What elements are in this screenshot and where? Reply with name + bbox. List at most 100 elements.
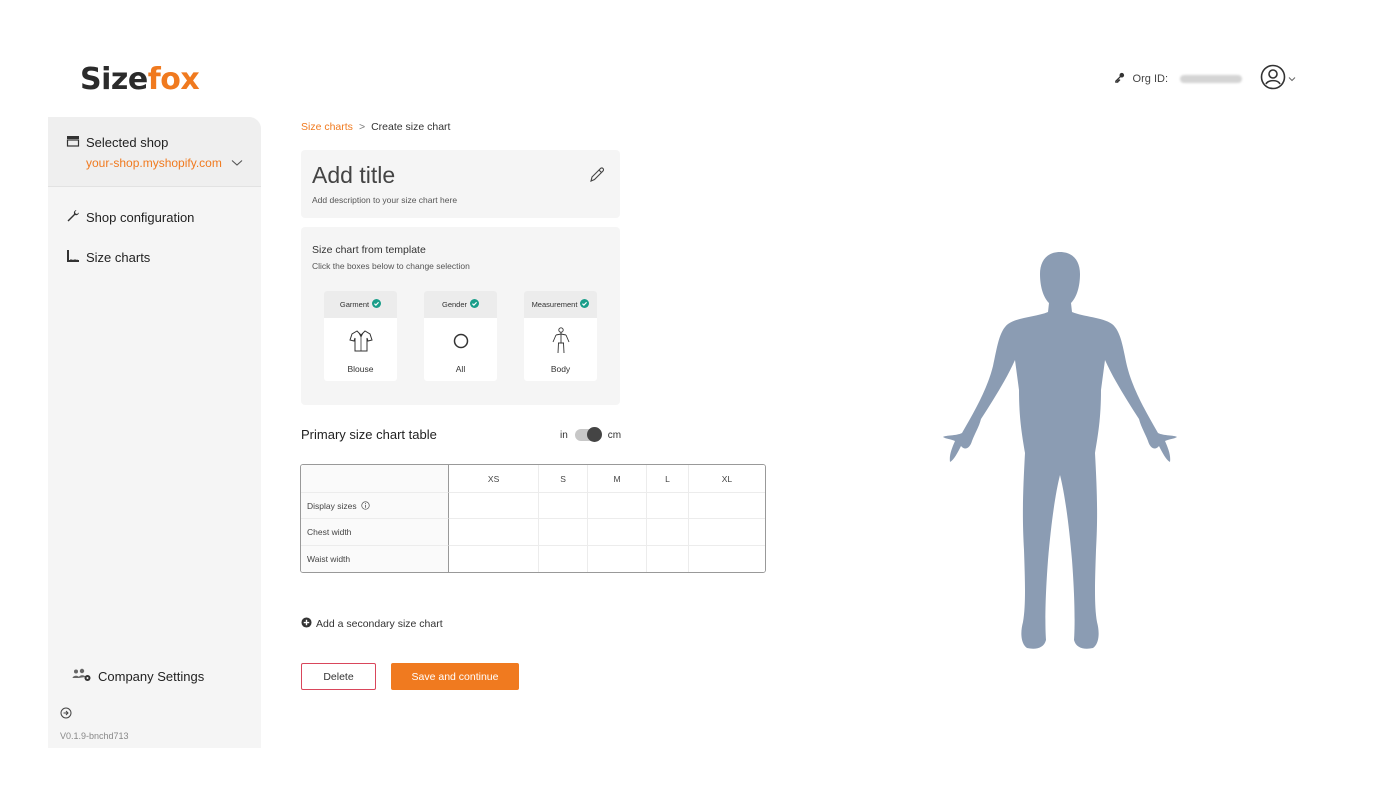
table-row: Chest width (301, 519, 765, 546)
blouse-icon (324, 322, 397, 360)
row-label-chest-width: Chest width (301, 519, 449, 546)
title-card[interactable]: Add title Add description to your size c… (301, 150, 620, 218)
table-cell-input[interactable] (449, 545, 540, 572)
measurement-header: Measurement (524, 291, 597, 318)
table-cell-input[interactable] (587, 545, 648, 572)
sidebar-item-label: Size charts (86, 249, 151, 265)
add-secondary-label: Add a secondary size chart (316, 618, 443, 630)
org-id-value-blurred (1180, 74, 1242, 83)
table-row: Display sizes (301, 493, 765, 520)
garment-header-label: Garment (339, 300, 370, 309)
sidebar-item-shop-configuration[interactable]: Shop configuration (48, 197, 261, 237)
switch-knob (586, 427, 602, 442)
save-and-continue-button[interactable]: Save and continue (391, 663, 519, 690)
breadcrumb-separator: > (358, 121, 366, 133)
check-icon (580, 299, 590, 310)
circle-icon (424, 322, 497, 360)
chart-title[interactable]: Add title (312, 162, 609, 189)
logout-icon[interactable] (60, 706, 72, 724)
column-header: XS (449, 465, 540, 493)
check-icon (470, 299, 480, 310)
wrench-icon (66, 209, 80, 226)
table-cell-input[interactable] (539, 519, 588, 546)
table-cell-input[interactable] (647, 545, 689, 572)
ruler-icon (66, 249, 80, 266)
table-cell-input[interactable] (587, 519, 648, 546)
company-settings-label: Company Settings (98, 669, 205, 684)
measurement-selector[interactable]: Measurement Body (524, 291, 597, 381)
table-cell-input[interactable] (539, 545, 588, 572)
garment-value: Blouse (347, 364, 374, 374)
column-header: M (587, 465, 648, 493)
sidebar: Selected shop your-shop.myshopify.com Sh… (48, 117, 261, 748)
people-settings-icon (72, 668, 92, 685)
column-header: S (539, 465, 588, 493)
table-row: Waist width (301, 545, 765, 572)
template-subtitle: Click the boxes below to change selectio… (312, 261, 470, 271)
garment-selector[interactable]: Garment Blouse (324, 291, 397, 381)
table-cell-input[interactable] (449, 493, 540, 520)
key-icon (1114, 72, 1125, 86)
pencil-icon[interactable] (588, 166, 606, 189)
version-label: V0.1.9-bnchd713 (60, 731, 129, 741)
column-header: XL (688, 465, 765, 493)
add-secondary-size-chart[interactable]: Add a secondary size chart (301, 617, 443, 631)
table-cell-input[interactable] (688, 493, 765, 520)
measurement-header-label: Measurement (531, 300, 578, 309)
table-header-row: XS S M L XL (301, 465, 765, 493)
body-icon (524, 322, 597, 360)
breadcrumb-current: Create size chart (371, 121, 451, 133)
org-id-label: Org ID: (1132, 72, 1168, 85)
store-icon (66, 135, 80, 150)
gender-header: Gender (424, 291, 497, 318)
shop-title-row: Selected shop (66, 135, 243, 150)
gender-value: All (455, 364, 466, 374)
unit-in-label: in (560, 429, 568, 441)
chevron-down-icon (1288, 73, 1296, 85)
column-header: L (647, 465, 689, 493)
unit-switch[interactable] (574, 427, 602, 442)
org-area: Org ID: (1114, 64, 1296, 93)
table-cell-input[interactable] (688, 545, 765, 572)
template-card: Size chart from template Click the boxes… (301, 227, 620, 405)
template-title: Size chart from template (312, 244, 426, 256)
chevron-down-icon[interactable] (231, 154, 243, 172)
gender-header-label: Gender (441, 300, 468, 309)
breadcrumb: Size charts > Create size chart (301, 121, 450, 133)
breadcrumb-size-charts[interactable]: Size charts (301, 121, 353, 133)
shop-title: Selected shop (86, 135, 169, 150)
table-cell-input[interactable] (647, 519, 689, 546)
body-silhouette-icon (943, 252, 1177, 649)
sidebar-item-size-charts[interactable]: Size charts (48, 237, 261, 277)
shop-selector[interactable]: Selected shop your-shop.myshopify.com (48, 117, 261, 187)
row-label-waist-width: Waist width (301, 545, 449, 572)
shop-url: your-shop.myshopify.com (86, 156, 222, 170)
gender-selector[interactable]: Gender All (424, 291, 497, 381)
plus-circle-icon (301, 617, 312, 631)
unit-cm-label: cm (607, 429, 622, 441)
delete-button[interactable]: Delete (301, 663, 376, 690)
shop-url-row: your-shop.myshopify.com (66, 154, 243, 172)
measurement-value: Body (550, 364, 571, 374)
size-chart-table: XS S M L XL Display sizes Chest width Wa… (300, 464, 766, 573)
garment-header: Garment (324, 291, 397, 318)
sizefox-logo[interactable]: Sizefox (80, 62, 200, 97)
check-icon (372, 299, 382, 310)
logo-part-size: Size (80, 62, 148, 97)
row-label-display-sizes: Display sizes (301, 493, 449, 520)
user-avatar-icon (1260, 64, 1286, 93)
table-cell-input[interactable] (688, 519, 765, 546)
sidebar-item-label: Shop configuration (86, 209, 195, 225)
chart-description[interactable]: Add description to your size chart here (312, 195, 609, 205)
row-label: Display sizes (307, 500, 357, 511)
table-cell-input[interactable] (647, 493, 689, 520)
user-menu[interactable] (1260, 64, 1296, 93)
unit-toggle: in cm (560, 427, 622, 442)
sidebar-item-company-settings[interactable]: Company Settings (72, 668, 204, 685)
table-cell-input[interactable] (449, 519, 540, 546)
table-cell-input[interactable] (587, 493, 648, 520)
logo-part-fox: fox (147, 62, 200, 97)
table-corner-cell (301, 465, 449, 493)
info-icon[interactable] (359, 501, 370, 511)
table-cell-input[interactable] (539, 493, 588, 520)
